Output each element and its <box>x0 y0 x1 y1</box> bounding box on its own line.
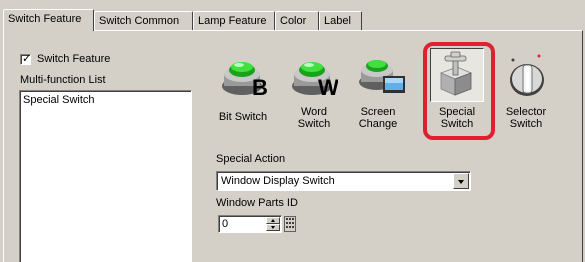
selector-switch-button[interactable] <box>503 50 551 98</box>
tab-switch-common[interactable]: Switch Common <box>94 11 193 30</box>
svg-text:W: W <box>318 75 338 98</box>
switch-feature-checkbox-row[interactable]: ✓ Switch Feature <box>20 53 110 65</box>
tab-label[interactable]: Label <box>319 11 362 30</box>
spin-up-button[interactable] <box>266 217 280 224</box>
selector-switch-label: Selector Switch <box>505 106 547 130</box>
chevron-down-icon <box>458 180 464 184</box>
check-mark-icon: ✓ <box>22 52 32 65</box>
keypad-icon[interactable] <box>284 215 296 233</box>
list-item[interactable]: Special Switch <box>23 94 95 106</box>
window-parts-id-value: 0 <box>222 218 229 230</box>
special-action-label: Special Action <box>216 153 286 165</box>
selector-switch-icon <box>510 54 544 96</box>
tab-switch-feature[interactable]: Switch Feature <box>3 9 94 31</box>
word-switch-label: Word Switch <box>297 106 331 130</box>
dropdown-button[interactable] <box>453 173 469 189</box>
screen-change-button[interactable] <box>357 50 405 98</box>
window-parts-id-label: Window Parts ID <box>216 197 298 209</box>
special-action-value: Window Display Switch <box>221 175 335 187</box>
switch-feature-checkbox-label: Switch Feature <box>37 53 111 65</box>
bit-switch-label: Bit Switch <box>218 111 268 123</box>
switch-feature-checkbox[interactable]: ✓ <box>20 52 32 65</box>
bit-switch-button[interactable]: B <box>220 50 268 98</box>
spin-buttons <box>266 217 280 231</box>
window-parts-id-input[interactable]: 0 <box>218 215 282 233</box>
selection-highlight <box>423 42 495 140</box>
screen-change-label: Screen Change <box>358 106 398 130</box>
arrow-down-icon <box>271 226 275 229</box>
screen-change-icon <box>359 60 405 93</box>
svg-text:B: B <box>252 75 268 98</box>
tab-strip: Switch Feature Switch Common Lamp Featur… <box>3 9 583 31</box>
word-switch-icon: W <box>292 62 338 98</box>
arrow-up-icon <box>271 219 275 222</box>
bit-switch-icon: B <box>222 62 268 98</box>
word-switch-button[interactable]: W <box>290 50 338 98</box>
multi-function-list-label: Multi-function List <box>20 74 106 86</box>
tab-color[interactable]: Color <box>275 11 319 30</box>
tab-lamp-feature[interactable]: Lamp Feature <box>193 11 275 30</box>
spin-down-button[interactable] <box>266 224 280 231</box>
multi-function-listbox[interactable]: Special Switch <box>19 90 192 262</box>
special-action-select[interactable]: Window Display Switch <box>216 171 471 191</box>
